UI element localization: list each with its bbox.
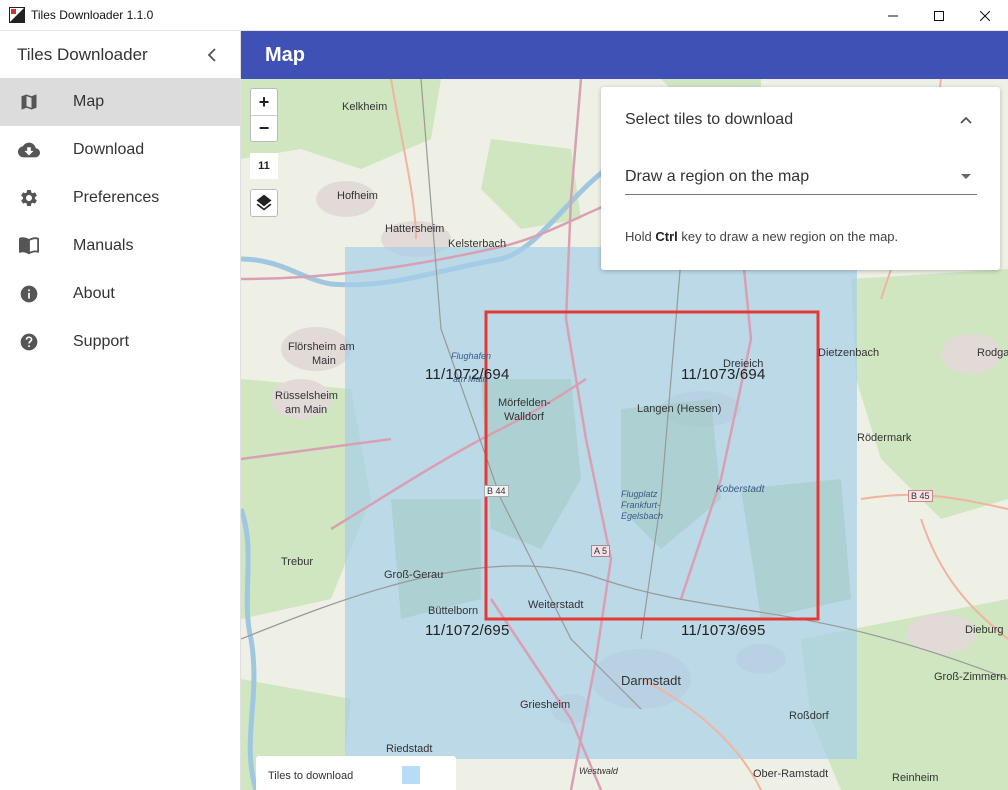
help-icon [18, 331, 40, 353]
close-button[interactable] [962, 0, 1008, 31]
sidebar-item-support[interactable]: Support [0, 318, 240, 366]
app-bar: Map [241, 31, 1008, 79]
chevron-up-icon [960, 116, 972, 124]
tile-label: 11/1072/695 [425, 622, 510, 639]
zoom-controls: + − [250, 88, 278, 142]
collapse-sidebar-button[interactable] [202, 45, 222, 65]
dropdown-arrow-icon [961, 174, 971, 179]
selection-mode-value: Draw a region on the map [625, 168, 810, 185]
sidebar-item-about[interactable]: About [0, 270, 240, 318]
tile-label: 11/1073/695 [681, 622, 766, 639]
window-titlebar: Tiles Downloader 1.1.0 [0, 0, 1008, 31]
collapse-panel-button[interactable] [958, 112, 974, 128]
window-title: Tiles Downloader 1.1.0 [31, 8, 154, 22]
sidebar-item-map[interactable]: Map [0, 78, 240, 126]
tile-selection-panel: Select tiles to download Draw a region o… [601, 87, 1000, 270]
sidebar-item-download[interactable]: Download [0, 126, 240, 174]
map-icon [18, 91, 40, 113]
book-icon [18, 235, 40, 257]
sidebar-header: Tiles Downloader [0, 31, 240, 78]
map-legend: Tiles to download [256, 756, 456, 790]
minimize-button[interactable] [870, 0, 916, 31]
chevron-left-icon [207, 47, 216, 62]
layers-icon [256, 194, 272, 211]
map-view[interactable]: Kelkheim Hofheim Hattersheim Kelsterbach… [241, 79, 1008, 790]
sidebar-item-label: About [73, 285, 115, 302]
zoom-out-button[interactable]: − [251, 115, 277, 141]
close-icon [980, 10, 990, 21]
sidebar: Tiles Downloader Map Download Preference… [0, 31, 241, 790]
gear-icon [18, 187, 40, 209]
tile-label: 11/1073/694 [681, 366, 766, 383]
hint-prefix: Hold [625, 229, 656, 244]
sidebar-item-manuals[interactable]: Manuals [0, 222, 240, 270]
tile-label: 11/1072/694 [425, 366, 510, 383]
selection-mode-select[interactable]: Draw a region on the map [625, 165, 977, 195]
app-icon [9, 7, 25, 23]
panel-title: Select tiles to download [625, 111, 794, 128]
sidebar-item-label: Map [73, 93, 105, 110]
maximize-icon [934, 10, 944, 21]
hint-suffix: key to draw a new region on the map. [677, 229, 899, 244]
sidebar-item-label: Support [73, 333, 130, 350]
cloud-download-icon [18, 139, 40, 161]
hint-key: Ctrl [655, 229, 678, 244]
legend-swatch [402, 766, 420, 784]
sidebar-item-label: Download [73, 141, 145, 158]
minimize-icon [888, 15, 898, 16]
window-controls [870, 0, 1008, 31]
sidebar-item-label: Manuals [73, 237, 134, 254]
panel-hint: Hold Ctrl key to draw a new region on th… [625, 229, 898, 244]
zoom-in-button[interactable]: + [251, 89, 277, 115]
sidebar-item-preferences[interactable]: Preferences [0, 174, 240, 222]
page-title: Map [265, 43, 305, 66]
info-icon [18, 283, 40, 305]
maximize-button[interactable] [916, 0, 962, 31]
zoom-level-indicator: 11 [250, 153, 278, 179]
legend-label: Tiles to download [268, 770, 354, 782]
sidebar-title: Tiles Downloader [17, 44, 148, 64]
layers-button[interactable] [250, 189, 278, 217]
sidebar-item-label: Preferences [73, 189, 160, 206]
